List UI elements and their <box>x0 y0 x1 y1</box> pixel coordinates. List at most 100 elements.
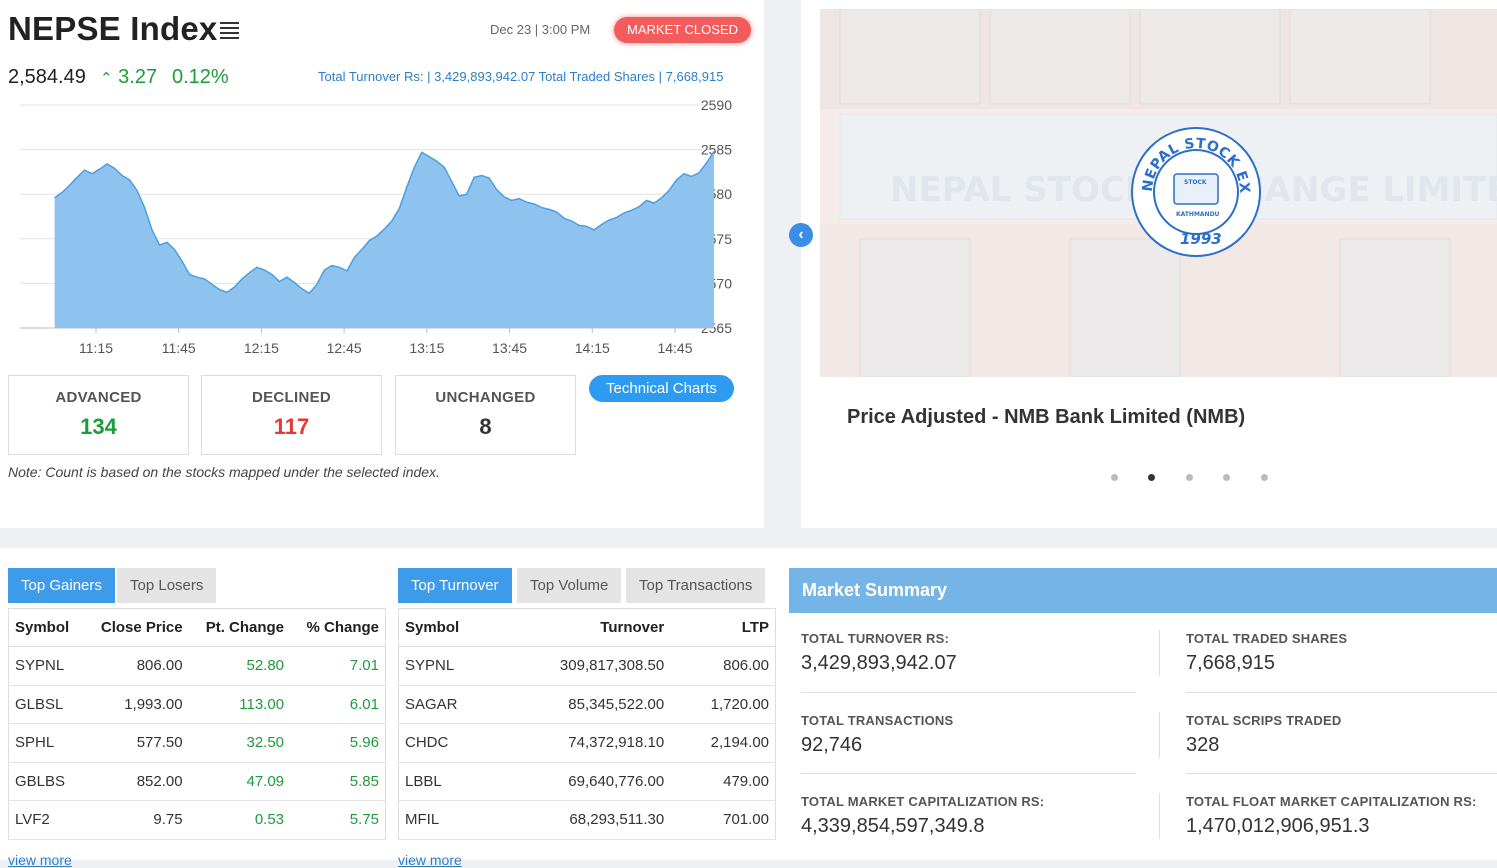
unchanged-label: UNCHANGED <box>435 389 536 406</box>
nepse-logo: NEPAL STOCK EXCHANGE LTD. STOCK KATHMAND… <box>1124 114 1262 258</box>
slide-caption[interactable]: Price Adjusted - NMB Bank Limited (NMB) <box>847 406 1245 429</box>
total-traded-shares-value: 7,668,915 <box>1186 652 1275 674</box>
table-row[interactable]: LVF2 9.75 0.53 5.75 <box>8 800 386 840</box>
menu-icon[interactable] <box>220 22 239 39</box>
table-row[interactable]: CHDC 74,372,918.10 2,194.00 <box>398 723 776 763</box>
symbol-cell[interactable]: MFIL <box>398 800 498 840</box>
total-transactions-value: 92,746 <box>801 734 863 756</box>
summary-divider <box>801 692 1136 693</box>
value-cell: 2,194.00 <box>670 723 776 763</box>
market-datetime: Dec 23 | 3:00 PM <box>490 22 591 37</box>
summary-divider <box>1186 773 1497 774</box>
col-turnover[interactable]: Turnover <box>497 608 671 647</box>
value-cell: 113.00 <box>188 685 291 724</box>
table-row[interactable]: SPHL 577.50 32.50 5.96 <box>8 723 386 763</box>
col-symbol[interactable]: Symbol <box>398 608 498 647</box>
logo-year-text: 1993 <box>1180 230 1222 248</box>
value-cell: 1,993.00 <box>83 685 189 724</box>
value-cell: 68,293,511.30 <box>497 800 671 840</box>
turnover-table: Symbol Turnover LTP SYPNL 309,817,308.50 8… <box>398 608 776 840</box>
symbol-cell[interactable]: GBLBS <box>8 762 84 801</box>
slider-prev-icon[interactable]: ‹ <box>789 223 813 247</box>
table-row[interactable]: SYPNL 309,817,308.50 806.00 <box>398 646 776 686</box>
table-row[interactable]: MFIL 68,293,511.30 701.00 <box>398 800 776 840</box>
value-cell: 69,640,776.00 <box>497 762 671 801</box>
logo-small-text: STOCK <box>1184 179 1207 186</box>
value-cell: 1,720.00 <box>670 685 776 724</box>
count-note: Note: Count is based on the stocks mappe… <box>8 464 440 480</box>
table-row[interactable]: GLBSL 1,993.00 113.00 6.01 <box>8 685 386 724</box>
table-row[interactable]: SYPNL 806.00 52.80 7.01 <box>8 646 386 686</box>
slider-dot-5[interactable] <box>1261 474 1268 481</box>
slider-dot-2[interactable] <box>1148 474 1155 481</box>
symbol-cell[interactable]: LBBL <box>398 762 498 801</box>
value-cell: 852.00 <box>83 762 189 801</box>
gainers-view-more-link[interactable]: view more <box>8 852 72 868</box>
market-tables: Top Gainers Top Losers Symbol Close Pric… <box>0 548 1497 868</box>
col-ltp[interactable]: LTP <box>670 608 776 647</box>
symbol-cell[interactable]: SPHL <box>8 723 84 763</box>
index-panel: NEPSE Index Dec 23 | 3:00 PM MARKET CLOS… <box>0 0 764 528</box>
index-value: 2,584.49 <box>8 66 86 88</box>
tab-top-turnover[interactable]: Top Turnover <box>398 568 512 603</box>
value-cell: 9.75 <box>83 800 189 840</box>
table-row[interactable]: SAGAR 85,345,522.00 1,720.00 <box>398 685 776 724</box>
tab-top-losers[interactable]: Top Losers <box>117 568 217 603</box>
news-slider: NEPAL STOCK EXCHANGE LIMITED NEPAL STOCK… <box>801 0 1497 528</box>
value-cell: 7.01 <box>290 646 386 686</box>
declined-count: 117 <box>273 414 310 439</box>
value-cell: 85,345,522.00 <box>497 685 671 724</box>
slider-dots <box>1111 474 1271 484</box>
value-cell: 806.00 <box>83 646 189 686</box>
slide-image[interactable]: NEPAL STOCK EXCHANGE LIMITED NEPAL STOCK… <box>820 9 1497 377</box>
caret-up-icon: ⌃ <box>100 70 113 87</box>
summary-divider <box>1186 692 1497 693</box>
total-turnover-label: TOTAL TURNOVER RS: <box>801 631 950 646</box>
col-pct-change[interactable]: % Change <box>290 608 386 647</box>
tab-top-volume[interactable]: Top Volume <box>517 568 622 603</box>
technical-charts-button[interactable]: Technical Charts <box>589 375 734 402</box>
symbol-cell[interactable]: CHDC <box>398 723 498 763</box>
turnover-view-more-link[interactable]: view more <box>398 852 462 868</box>
x-tick-label: 12:15 <box>244 340 279 356</box>
symbol-cell[interactable]: SYPNL <box>8 646 84 686</box>
value-cell: 5.96 <box>290 723 386 763</box>
index-change: ⌃ 3.27 <box>100 66 157 89</box>
slider-dot-1[interactable] <box>1111 474 1118 481</box>
index-area-series[interactable] <box>54 151 715 328</box>
symbol-cell[interactable]: LVF2 <box>8 800 84 840</box>
market-status-badge: MARKET CLOSED <box>614 17 752 43</box>
tab-top-gainers[interactable]: Top Gainers <box>8 568 115 603</box>
slider-dot-3[interactable] <box>1186 474 1193 481</box>
turnover-summary-line: Total Turnover Rs: | 3,429,893,942.07 To… <box>318 69 724 84</box>
index-chart[interactable]: 25902585258025752570256511:15 11:45 12:15 1… <box>0 95 764 365</box>
col-close-price[interactable]: Close Price <box>83 608 189 647</box>
symbol-cell[interactable]: SYPNL <box>398 646 498 686</box>
value-cell: 32.50 <box>188 723 291 763</box>
declined-box: DECLINED 117 <box>201 375 382 455</box>
value-cell: 5.75 <box>290 800 386 840</box>
col-symbol[interactable]: Symbol <box>8 608 84 647</box>
total-scrips-value: 328 <box>1186 734 1220 756</box>
advanced-count: 134 <box>80 414 117 439</box>
table-row[interactable]: GBLBS 852.00 47.09 5.85 <box>8 762 386 801</box>
float-market-cap-label: TOTAL FLOAT MARKET CAPITALIZATION RS: <box>1186 794 1477 809</box>
x-tick-label: 14:45 <box>657 340 692 356</box>
total-traded-shares-label: TOTAL TRADED SHARES <box>1186 631 1348 646</box>
col-pt-change[interactable]: Pt. Change <box>188 608 291 647</box>
x-tick-label: 11:15 <box>79 340 113 356</box>
value-cell: 479.00 <box>670 762 776 801</box>
symbol-cell[interactable]: SAGAR <box>398 685 498 724</box>
unchanged-count: 8 <box>479 414 492 439</box>
symbol-cell[interactable]: GLBSL <box>8 685 84 724</box>
summary-vline <box>1159 712 1160 758</box>
slider-dot-4[interactable] <box>1223 474 1230 481</box>
turnover-header-row: Symbol Turnover LTP <box>398 608 776 647</box>
logo-city-text: KATHMANDU <box>1176 211 1220 218</box>
tab-top-transactions[interactable]: Top Transactions <box>626 568 766 603</box>
declined-label: DECLINED <box>251 389 332 406</box>
table-row[interactable]: LBBL 69,640,776.00 479.00 <box>398 762 776 801</box>
y-tick-label: 2585 <box>701 142 732 158</box>
index-change-value: 3.27 <box>118 66 158 88</box>
summary-vline <box>1159 793 1160 839</box>
